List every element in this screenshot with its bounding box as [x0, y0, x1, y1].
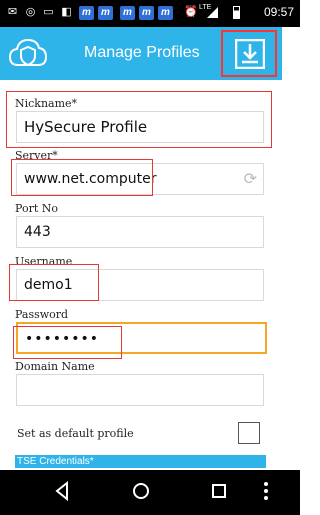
- highlight-box-username: [9, 264, 99, 301]
- more-icon[interactable]: [262, 480, 270, 502]
- tse-credentials-header[interactable]: TSE Credentials*: [15, 455, 266, 468]
- scroll-gutter: [282, 27, 300, 467]
- m-app-icon: m: [139, 6, 154, 20]
- nickname-label: Nickname*: [15, 97, 78, 110]
- signal-icon: [207, 7, 218, 18]
- recents-icon[interactable]: [211, 480, 227, 502]
- loading-icon: ⟳: [243, 169, 257, 188]
- domain-field[interactable]: [16, 374, 264, 406]
- port-label: Port No: [15, 202, 59, 215]
- page-title: Manage Profiles: [84, 44, 200, 61]
- download-button[interactable]: [221, 30, 277, 77]
- notification-icon: ◧: [61, 6, 72, 18]
- battery-icon: [233, 6, 240, 19]
- default-profile-checkbox[interactable]: [238, 422, 260, 444]
- message-icon: ▭: [43, 6, 54, 18]
- whatsapp-icon: ◎: [25, 6, 36, 18]
- back-icon[interactable]: [54, 480, 70, 502]
- app-header: Manage Profiles: [0, 27, 282, 80]
- clock: 09:57: [263, 5, 294, 19]
- highlight-box-server: [11, 159, 153, 196]
- home-icon[interactable]: [131, 480, 151, 502]
- cloud-shield-icon: [8, 35, 48, 77]
- mail-icon: ✉: [7, 6, 18, 18]
- domain-label: Domain Name: [15, 360, 95, 373]
- m-app-icon: m: [79, 6, 94, 20]
- status-bar: ✉ ◎ ▭ ◧ m m m m m ⏰ LTE 09:57: [0, 0, 300, 27]
- tse-credentials-label: TSE Credentials*: [17, 456, 94, 467]
- port-field[interactable]: 443: [16, 216, 264, 248]
- download-icon: [235, 39, 265, 69]
- m-app-icon: m: [158, 6, 173, 20]
- m-app-icon: m: [98, 6, 113, 20]
- m-app-icon: m: [120, 6, 135, 20]
- default-profile-label: Set as default profile: [17, 427, 134, 440]
- navigation-bar: [0, 470, 300, 515]
- nickname-field[interactable]: HySecure Profile: [16, 111, 264, 143]
- alarm-icon: ⏰: [184, 6, 198, 18]
- highlight-box-password: [13, 326, 122, 359]
- password-label: Password: [15, 308, 69, 321]
